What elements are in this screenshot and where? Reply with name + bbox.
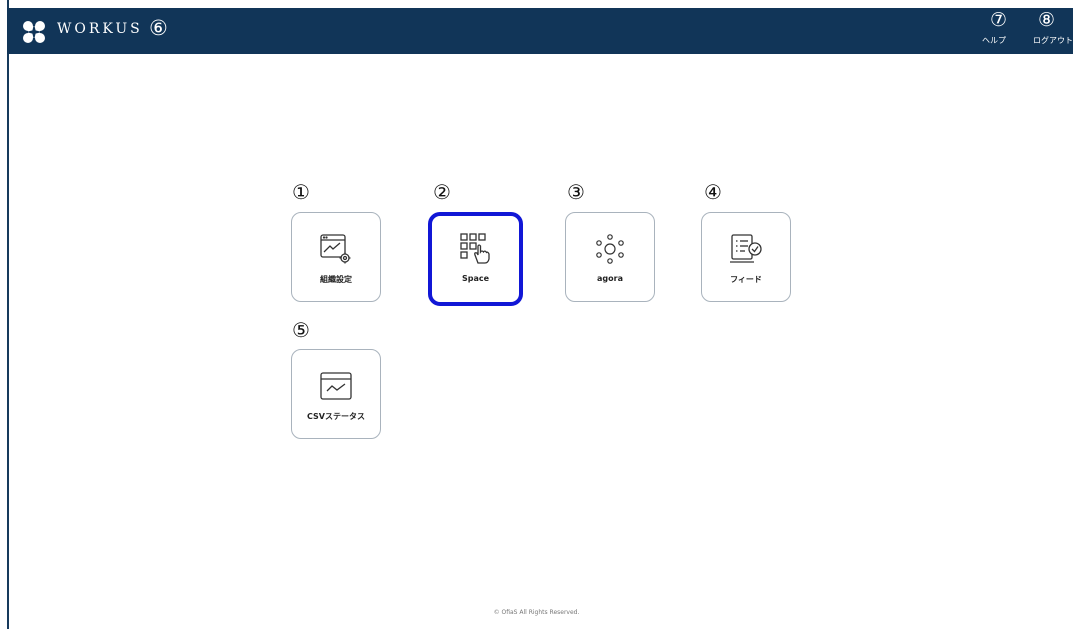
tile-csv-status[interactable]: CSVステータス: [291, 349, 381, 439]
top-bar: WORKUS ⑥ ⑦ ヘルプ ⑧ ログアウト: [7, 8, 1073, 54]
tile-label: フィード: [730, 275, 762, 284]
annotation-marker-7: ⑦: [990, 9, 1008, 31]
tile-org-settings[interactable]: 組織設定: [291, 212, 381, 302]
brand-name[interactable]: WORKUS: [57, 21, 143, 37]
annotation-marker-2: ②: [433, 180, 451, 204]
footer-copyright: © OfiaS All Rights Reserved.: [493, 609, 580, 616]
help-link[interactable]: ヘルプ: [982, 35, 1006, 46]
annotation-marker-1: ①: [292, 180, 310, 204]
tile-label: 組織設定: [320, 275, 352, 284]
annotation-marker-8: ⑧: [1038, 9, 1056, 31]
annotation-marker-3: ③: [567, 180, 585, 204]
csv-status-icon: [320, 372, 352, 400]
tile-space[interactable]: Space: [428, 212, 523, 306]
tile-label: Space: [461, 274, 490, 283]
org-settings-icon: [320, 234, 351, 264]
annotation-marker-5: ⑤: [292, 318, 310, 342]
tile-label: CSVステータス: [307, 412, 365, 421]
feed-icon: [730, 234, 762, 263]
workus-logo-icon[interactable]: [22, 20, 46, 44]
tile-feed[interactable]: フィード: [701, 212, 791, 302]
annotation-marker-6: ⑥: [149, 16, 168, 40]
page-left-border: [7, 0, 9, 629]
tile-label: agora: [597, 274, 623, 283]
agora-icon: [596, 234, 624, 264]
space-grid-icon: [459, 233, 490, 264]
annotation-marker-4: ④: [704, 180, 722, 204]
logout-link[interactable]: ログアウト: [1033, 35, 1073, 46]
tile-agora[interactable]: agora: [565, 212, 655, 302]
